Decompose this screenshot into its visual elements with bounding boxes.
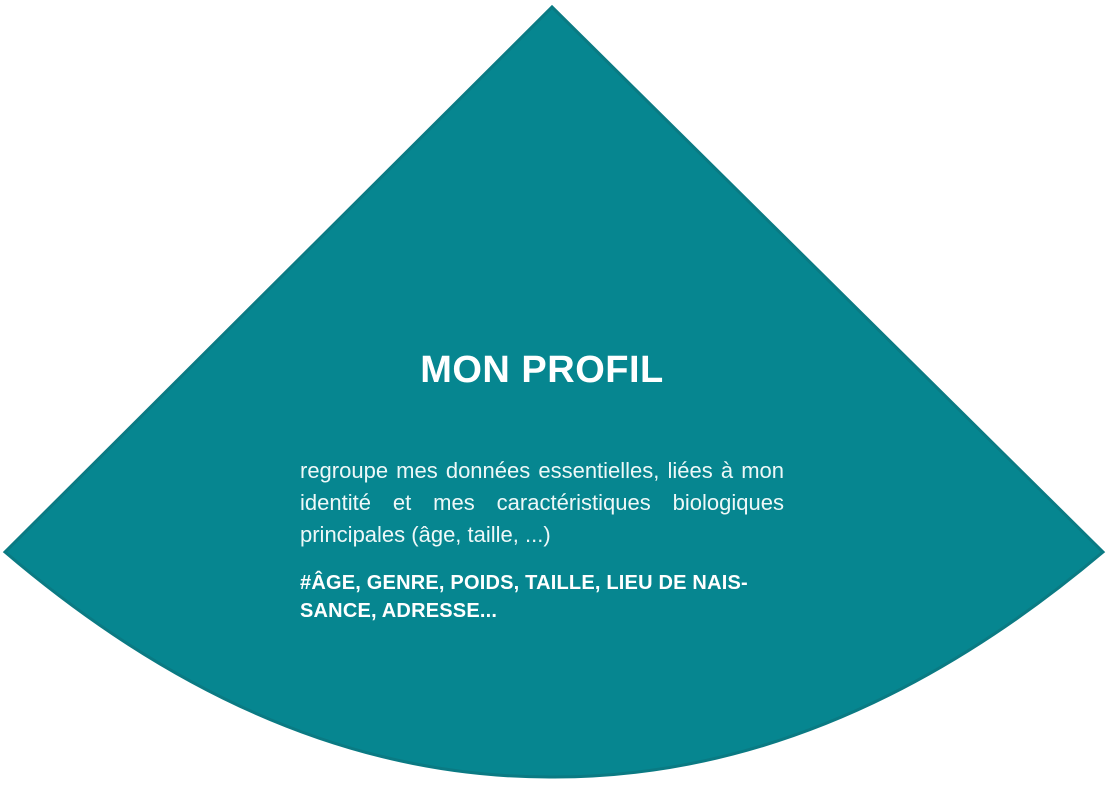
panel-title: MON PROFIL [420,349,664,391]
panel-tags: #ÂGE, GENRE, POIDS, TAILLE, LIEU DE NAIS… [300,572,748,622]
profile-content: MON PROFIL regroupe mes données essentie… [300,340,784,625]
panel-description: regroupe mes données essentielles, liées… [300,458,784,547]
